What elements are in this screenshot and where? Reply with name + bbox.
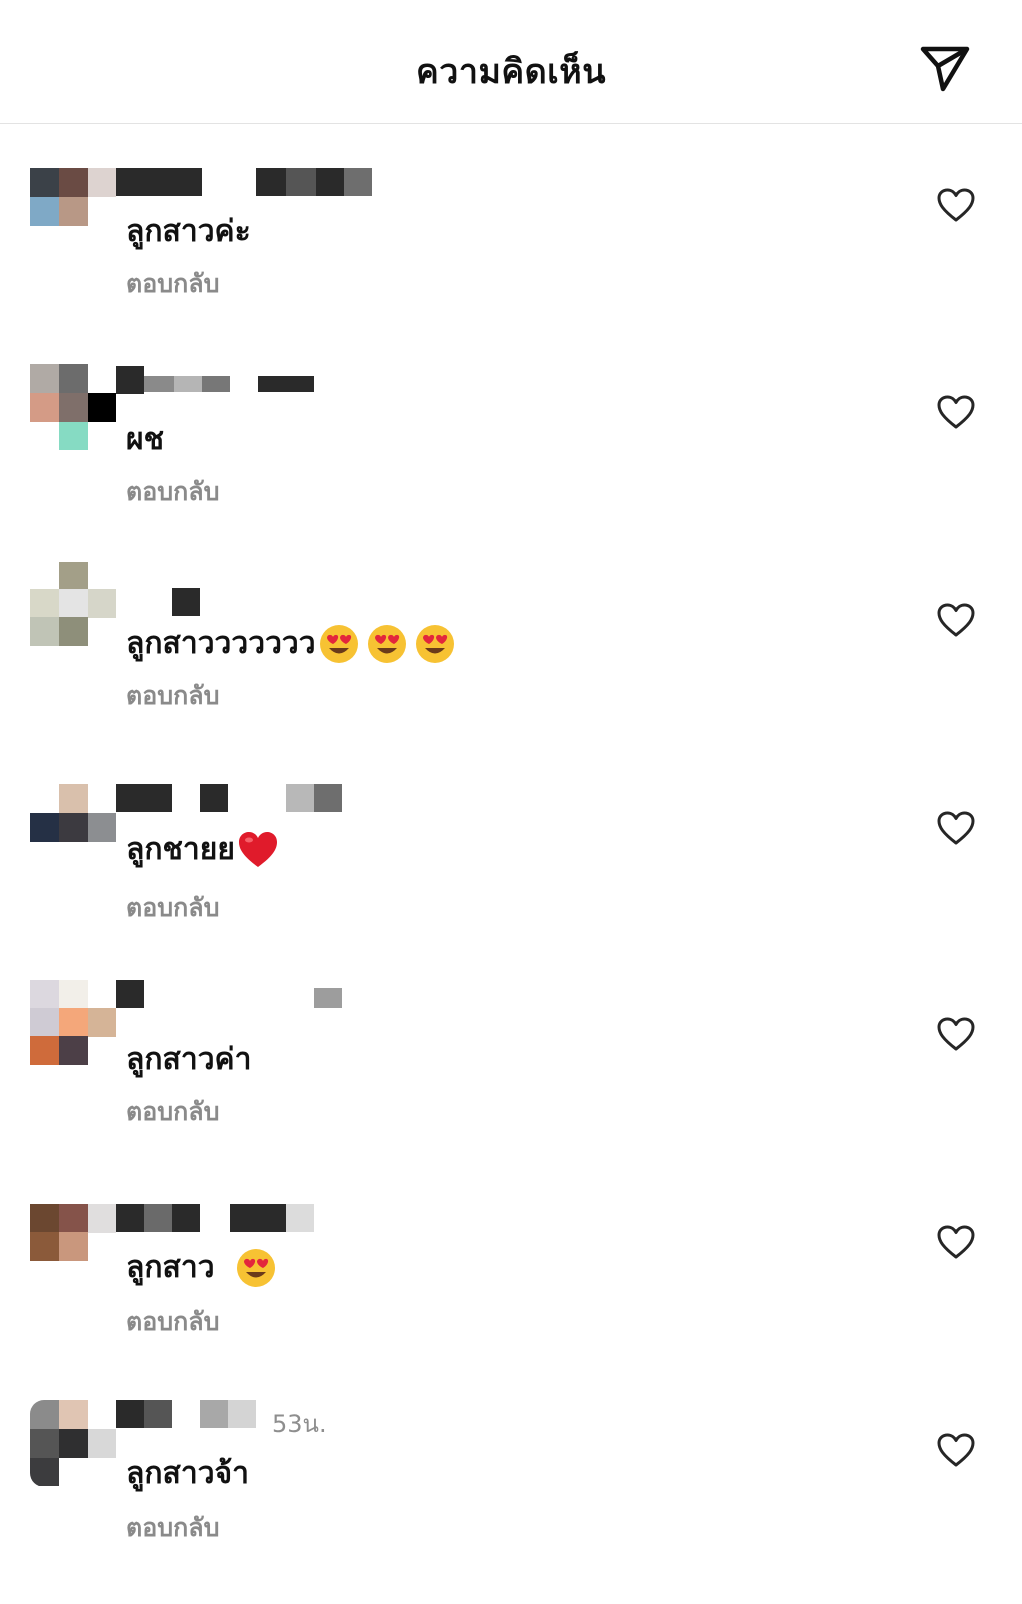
comment-text-content: ลูกสาว	[126, 1250, 225, 1285]
like-button[interactable]	[934, 598, 978, 642]
username-obscured[interactable]	[116, 366, 376, 396]
comment-text: ลูกสาว	[126, 1244, 277, 1291]
page-title: ความคิดเห็น	[416, 52, 606, 92]
comment-text: ลูกชายย	[126, 826, 279, 873]
red-heart-icon	[238, 831, 277, 867]
avatar[interactable]	[30, 980, 116, 1066]
avatar[interactable]	[30, 168, 116, 254]
comments-header: ความคิดเห็น	[0, 0, 1022, 124]
heart-outline-icon	[937, 603, 975, 637]
heart-outline-icon	[937, 1017, 975, 1051]
comment-text-content: ลูกสาวจ้า	[126, 1456, 249, 1491]
comment-item: ลูกสาวค่า ตอบกลับ	[0, 980, 1022, 1180]
like-button[interactable]	[934, 806, 978, 850]
reply-button[interactable]: ตอบกลับ	[126, 1508, 219, 1548]
reply-button[interactable]: ตอบกลับ	[126, 888, 219, 928]
comment-text: ลูกสาวค่า	[126, 1036, 251, 1083]
comment-text-content: ผช	[126, 422, 164, 457]
username-obscured[interactable]	[116, 980, 376, 1010]
heart-outline-icon	[937, 1433, 975, 1467]
heart-eyes-emoji	[318, 623, 360, 665]
like-button[interactable]	[934, 1428, 978, 1472]
reply-button[interactable]: ตอบกลับ	[126, 264, 219, 304]
reply-button[interactable]: ตอบกลับ	[126, 1302, 219, 1342]
comment-item: ผช ตอบกลับ	[0, 364, 1022, 564]
avatar[interactable]	[30, 562, 116, 648]
username-obscured[interactable]	[116, 588, 376, 618]
comment-text-content: ลูกชายย	[126, 832, 235, 867]
paper-plane-icon	[920, 46, 970, 92]
heart-eyes-icon	[319, 624, 358, 663]
avatar[interactable]	[30, 780, 116, 866]
comment-item: ลูกชายย ตอบกลับ	[0, 780, 1022, 980]
username-obscured[interactable]	[116, 1204, 376, 1234]
comment-text: ลูกสาวจ้า	[126, 1450, 249, 1497]
heart-eyes-emoji	[235, 1247, 277, 1289]
comment-item: ลูกสาวค่ะ ตอบกลับ	[0, 168, 1022, 368]
like-button[interactable]	[934, 1012, 978, 1056]
reply-button[interactable]: ตอบกลับ	[126, 1092, 219, 1132]
heart-eyes-emoji	[414, 623, 456, 665]
like-button[interactable]	[934, 1220, 978, 1264]
reply-button[interactable]: ตอบกลับ	[126, 676, 219, 716]
comment-item: ลูกสาว ตอบกลับ	[0, 1204, 1022, 1404]
heart-eyes-icon	[237, 1248, 275, 1287]
avatar[interactable]	[30, 364, 116, 450]
like-button[interactable]	[934, 390, 978, 434]
comment-text-content: ลูกสาวค่า	[126, 1042, 252, 1077]
comment-text: ผช	[126, 416, 164, 463]
heart-outline-icon	[937, 811, 975, 845]
avatar[interactable]	[30, 1400, 116, 1486]
comment-time: 53น.	[272, 1410, 327, 1438]
avatar[interactable]	[30, 1204, 116, 1290]
reply-button[interactable]: ตอบกลับ	[126, 472, 219, 512]
comment-item: ลูกสาววววววว ตอบกลับ	[0, 562, 1022, 762]
heart-eyes-emoji	[366, 623, 408, 665]
comment-text-content: ลูกสาวค่ะ	[126, 214, 251, 249]
heart-outline-icon	[937, 395, 975, 429]
heart-eyes-icon	[415, 624, 454, 663]
username-obscured[interactable]	[116, 168, 376, 198]
red-heart-emoji	[237, 830, 279, 870]
heart-eyes-icon	[367, 624, 406, 663]
comment-text: ลูกสาวค่ะ	[126, 208, 251, 255]
like-button[interactable]	[934, 183, 978, 227]
heart-outline-icon	[937, 1225, 975, 1259]
heart-outline-icon	[937, 188, 975, 222]
send-button[interactable]	[916, 40, 974, 98]
username-obscured[interactable]	[116, 784, 376, 814]
comment-item: 53น. ลูกสาวจ้า ตอบกลับ	[0, 1400, 1022, 1600]
comment-text-content: ลูกสาววววววว	[126, 626, 316, 661]
comment-text: ลูกสาววววววว	[126, 620, 456, 667]
